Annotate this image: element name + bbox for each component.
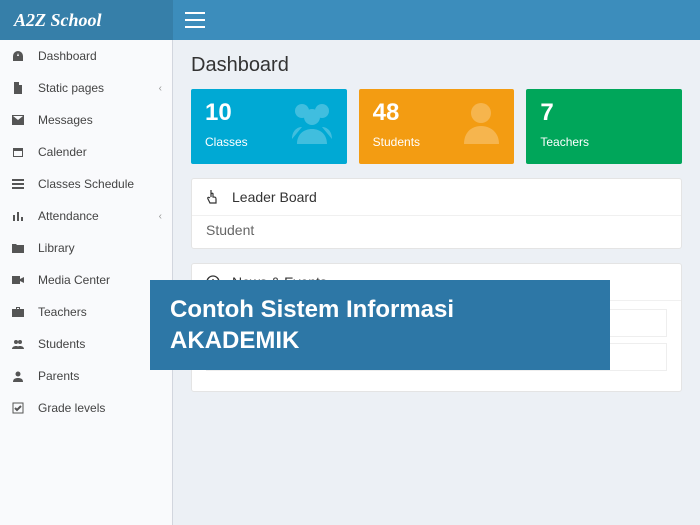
card-students[interactable]: 48 Students [359, 89, 515, 164]
chevron-left-icon: ‹ [159, 83, 162, 94]
sidebar-item-label: Parents [38, 369, 79, 383]
sidebar-item-calendar[interactable]: Calender [0, 136, 172, 168]
sidebar-item-teachers[interactable]: Teachers [0, 296, 172, 328]
panel-header: Leader Board [192, 179, 681, 216]
sidebar-item-media-center[interactable]: Media Center [0, 264, 172, 296]
sidebar-item-label: Calender [38, 145, 87, 159]
sidebar-item-parents[interactable]: Parents [0, 360, 172, 392]
user-icon [459, 99, 504, 144]
chevron-left-icon: ‹ [159, 211, 162, 222]
sidebar-item-static-pages[interactable]: Static pages ‹ [0, 72, 172, 104]
sidebar-item-label: Library [38, 241, 75, 255]
sidebar-item-label: Media Center [38, 273, 110, 287]
folder-icon [12, 243, 30, 253]
leader-board-sub: Student [192, 216, 681, 248]
sidebar-item-label: Attendance [38, 209, 99, 223]
sidebar-item-label: Students [38, 337, 85, 351]
sidebar: Dashboard Static pages ‹ Messages Calend… [0, 40, 173, 525]
card-classes[interactable]: 10 Classes [191, 89, 347, 164]
overlay-line2: AKADEMIK [170, 325, 590, 356]
sidebar-item-messages[interactable]: Messages [0, 104, 172, 136]
sidebar-item-attendance[interactable]: Attendance ‹ [0, 200, 172, 232]
user-icon [12, 370, 30, 382]
menu-toggle-icon[interactable] [185, 12, 205, 28]
card-label: Teachers [540, 135, 668, 149]
app-logo[interactable]: A2Z School [0, 0, 173, 40]
list-icon [12, 179, 30, 189]
dashboard-icon [12, 50, 30, 62]
sidebar-item-grade-levels[interactable]: Grade levels [0, 392, 172, 424]
page-title: Dashboard [191, 54, 682, 77]
sidebar-item-label: Static pages [38, 81, 104, 95]
sidebar-item-label: Grade levels [38, 401, 105, 415]
check-icon [12, 402, 30, 414]
sidebar-item-dashboard[interactable]: Dashboard [0, 40, 172, 72]
stat-cards: 10 Classes 48 Students 7 Teachers [191, 89, 682, 164]
envelope-icon [12, 115, 30, 125]
briefcase-icon [12, 307, 30, 317]
card-number: 7 [540, 99, 668, 127]
video-icon [12, 275, 30, 285]
sidebar-item-label: Dashboard [38, 49, 97, 63]
topbar [173, 0, 700, 40]
pointer-icon [206, 189, 222, 205]
sidebar-item-label: Classes Schedule [38, 177, 134, 191]
sidebar-item-label: Teachers [38, 305, 87, 319]
users-icon [12, 339, 30, 349]
card-teachers[interactable]: 7 Teachers [526, 89, 682, 164]
panel-title: Leader Board [232, 189, 317, 205]
users-group-icon [287, 99, 337, 144]
chart-icon [12, 210, 30, 222]
sidebar-item-label: Messages [38, 113, 93, 127]
leader-board-panel: Leader Board Student [191, 178, 682, 249]
calendar-icon [12, 146, 30, 158]
sidebar-item-students[interactable]: Students [0, 328, 172, 360]
overlay-banner: Contoh Sistem Informasi AKADEMIK [150, 280, 610, 370]
sidebar-item-library[interactable]: Library [0, 232, 172, 264]
sidebar-item-classes-schedule[interactable]: Classes Schedule [0, 168, 172, 200]
overlay-line1: Contoh Sistem Informasi [170, 294, 590, 325]
file-icon [12, 82, 30, 94]
